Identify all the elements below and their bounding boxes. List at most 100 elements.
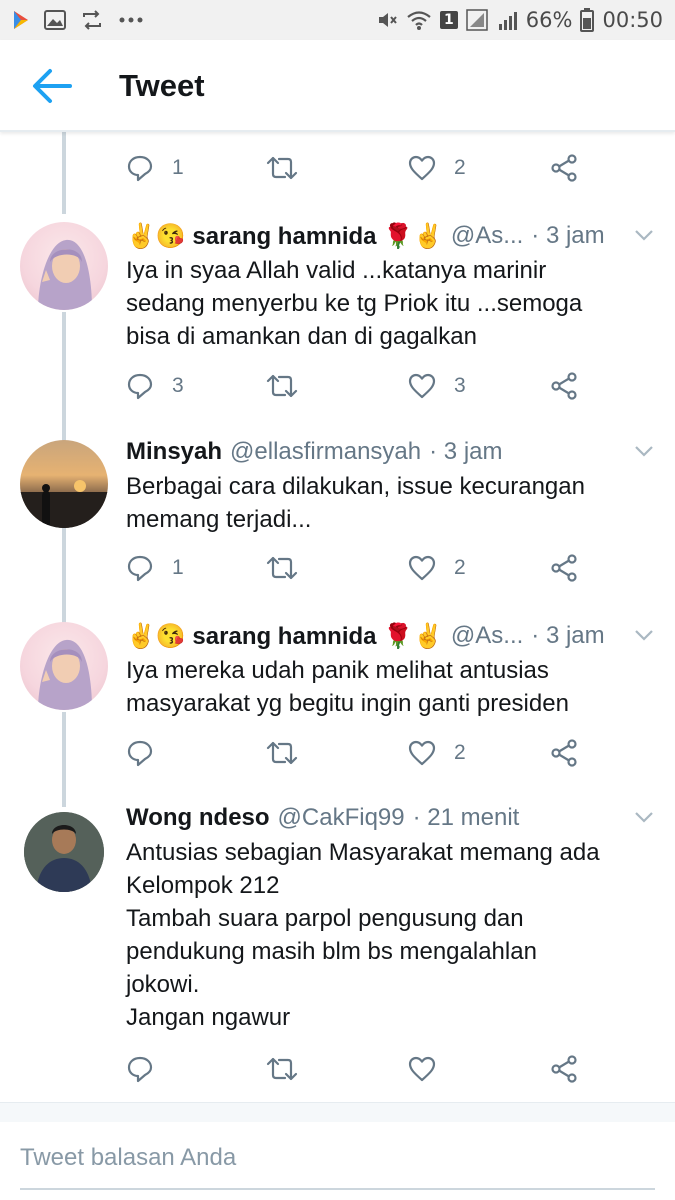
- tweet-header: Minsyah @ellasfirmansyah · 3 jam: [126, 436, 615, 468]
- heart-icon: [408, 1056, 436, 1082]
- sim-badge: 1: [440, 11, 458, 29]
- retweet-button[interactable]: [266, 148, 298, 188]
- reply-icon: [127, 155, 153, 182]
- reply-button[interactable]: 1: [126, 548, 184, 588]
- share-icon: [551, 154, 577, 182]
- gallery-icon: [44, 10, 66, 30]
- chevron-down-icon[interactable]: [633, 440, 655, 462]
- like-count: 3: [454, 374, 466, 397]
- back-arrow-icon[interactable]: [30, 66, 74, 106]
- tweet-thread[interactable]: 1 2 ✌😘 sarang hamnida 🌹✌ @As... · 3 jam: [0, 132, 675, 1102]
- page-title: Tweet: [119, 68, 205, 103]
- avatar-image: [20, 480, 108, 528]
- share-icon: [551, 372, 577, 400]
- retweet-icon: [266, 156, 298, 180]
- reply-button[interactable]: 3: [126, 366, 184, 406]
- chevron-down-icon[interactable]: [633, 224, 655, 246]
- username[interactable]: @As...: [451, 622, 523, 650]
- tweet-actions: 3 3: [0, 366, 675, 406]
- share-button[interactable]: [550, 548, 578, 588]
- status-bar: 1 66% 00:50: [0, 0, 675, 40]
- display-name[interactable]: ✌😘 sarang hamnida 🌹✌: [126, 222, 443, 251]
- tweet-actions: 1 2: [0, 548, 675, 588]
- retweet-button[interactable]: [266, 733, 298, 773]
- reply-button[interactable]: 1: [126, 148, 184, 188]
- display-name[interactable]: Wong ndeso: [126, 804, 270, 832]
- display-name[interactable]: ✌😘 sarang hamnida 🌹✌: [126, 622, 443, 651]
- sync-icon: [83, 10, 101, 30]
- retweet-button[interactable]: [266, 1049, 298, 1089]
- app-bar: Tweet: [0, 40, 675, 132]
- like-count: 2: [454, 556, 466, 579]
- avatar-image: [38, 639, 92, 710]
- retweet-icon: [266, 556, 298, 580]
- retweet-icon: [266, 1057, 298, 1081]
- timestamp: · 3 jam: [429, 438, 503, 465]
- tweet-text: Berbagai cara dilakukan, issue kecuranga…: [126, 473, 585, 533]
- divider: [0, 1102, 675, 1122]
- username[interactable]: @ellasfirmansyah: [230, 438, 421, 466]
- reply-icon: [127, 740, 153, 767]
- tweet-actions: 1 2: [0, 148, 675, 188]
- tweet-header: ✌😘 sarang hamnida 🌹✌ @As... · 3 jam: [126, 620, 615, 652]
- reply-icon: [127, 1056, 153, 1083]
- signal-bars-icon: [498, 12, 517, 30]
- clock: 00:50: [602, 8, 663, 32]
- share-icon: [551, 739, 577, 767]
- avatar[interactable]: [20, 222, 108, 310]
- share-button[interactable]: [550, 148, 578, 188]
- heart-icon: [408, 373, 436, 399]
- retweet-icon: [266, 374, 298, 398]
- share-button[interactable]: [550, 1049, 578, 1089]
- reply-button[interactable]: [126, 733, 172, 773]
- reply-count: 1: [172, 156, 184, 179]
- reply-icon: [127, 373, 153, 400]
- share-icon: [551, 554, 577, 582]
- share-icon: [551, 1055, 577, 1083]
- retweet-icon: [266, 741, 298, 765]
- retweet-button[interactable]: [266, 366, 298, 406]
- like-button[interactable]: 2: [408, 548, 466, 588]
- avatar-image: [38, 239, 92, 310]
- signal-icon: [466, 9, 488, 31]
- more-icon: [119, 17, 143, 23]
- timestamp: · 3 jam: [531, 222, 605, 249]
- app-notification-icon: [14, 11, 28, 29]
- like-button[interactable]: 2: [408, 733, 466, 773]
- tweet[interactable]: Wong ndeso @CakFiq99 · 21 menit Antusias…: [0, 802, 675, 1062]
- reply-composer: Tweet balasan Anda: [0, 1122, 675, 1200]
- wifi-icon: [407, 11, 431, 30]
- tweet-actions: 2: [0, 733, 675, 773]
- reply-count: 3: [172, 374, 184, 397]
- like-count: 2: [454, 156, 466, 179]
- battery-percent: 66%: [525, 8, 573, 32]
- timestamp: · 21 menit: [412, 804, 520, 831]
- like-button[interactable]: [408, 1049, 454, 1089]
- avatar[interactable]: [20, 622, 108, 710]
- username[interactable]: @As...: [451, 222, 523, 250]
- tweet-text: Iya in syaa Allah valid ...katanya marin…: [126, 257, 583, 350]
- reply-button[interactable]: [126, 1049, 172, 1089]
- heart-icon: [408, 155, 436, 181]
- avatar-image: [24, 812, 104, 892]
- reply-input[interactable]: Tweet balasan Anda: [20, 1144, 655, 1190]
- battery-icon: [580, 8, 595, 32]
- avatar[interactable]: [20, 440, 108, 528]
- tweet-header: Wong ndeso @CakFiq99 · 21 menit: [126, 802, 615, 834]
- username[interactable]: @CakFiq99: [278, 804, 405, 832]
- like-button[interactable]: 2: [408, 148, 466, 188]
- share-button[interactable]: [550, 366, 578, 406]
- retweet-button[interactable]: [266, 548, 298, 588]
- reply-count: 1: [172, 556, 184, 579]
- share-button[interactable]: [550, 733, 578, 773]
- display-name[interactable]: Minsyah: [126, 438, 222, 466]
- avatar[interactable]: [24, 812, 104, 892]
- timestamp: · 3 jam: [531, 622, 605, 649]
- chevron-down-icon[interactable]: [633, 806, 655, 828]
- heart-icon: [408, 555, 436, 581]
- tweet-header: ✌😘 sarang hamnida 🌹✌ @As... · 3 jam: [126, 220, 615, 252]
- reply-icon: [127, 555, 153, 582]
- like-button[interactable]: 3: [408, 366, 466, 406]
- chevron-down-icon[interactable]: [633, 624, 655, 646]
- heart-icon: [408, 740, 436, 766]
